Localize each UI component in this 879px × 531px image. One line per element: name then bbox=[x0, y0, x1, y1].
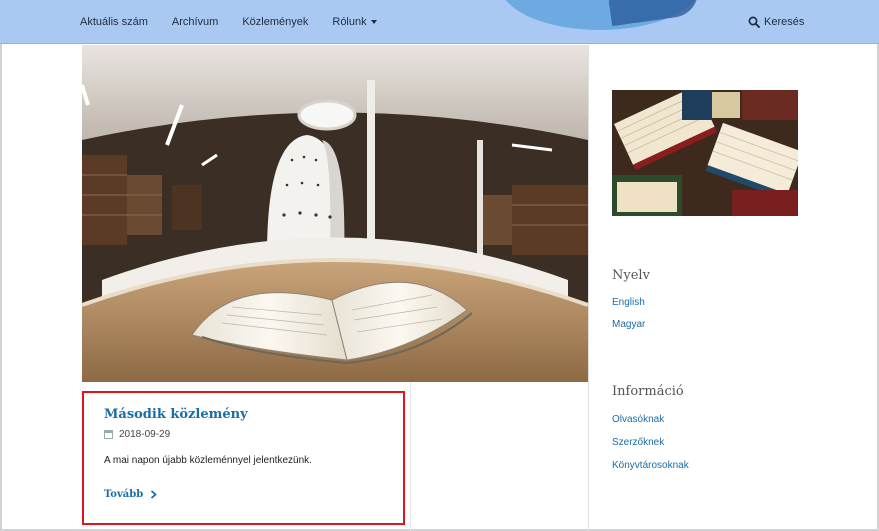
search-icon bbox=[748, 16, 760, 28]
information-heading: Információ bbox=[612, 384, 684, 399]
nav-about-dropdown[interactable]: Rólunk bbox=[332, 16, 377, 28]
search-link[interactable]: Keresés bbox=[748, 0, 805, 43]
language-heading: Nyelv bbox=[612, 268, 650, 283]
column-divider bbox=[588, 45, 589, 531]
announcement-date-value: 2018-09-29 bbox=[119, 429, 171, 440]
nav-current-issue[interactable]: Aktuális szám bbox=[80, 16, 148, 28]
read-more-link[interactable]: Tovább bbox=[104, 489, 158, 500]
chevron-down-icon bbox=[370, 20, 377, 25]
search-label: Keresés bbox=[764, 16, 805, 28]
card-divider bbox=[410, 382, 411, 531]
nav-announcements[interactable]: Közlemények bbox=[242, 16, 308, 28]
library-illustration bbox=[82, 45, 588, 382]
nav-archive[interactable]: Archívum bbox=[172, 16, 218, 28]
announcement-card: Második közlemény 2018-09-29 A mai napon… bbox=[82, 391, 405, 525]
info-readers-link[interactable]: Olvasóknak bbox=[612, 414, 664, 425]
books-illustration bbox=[612, 90, 798, 216]
chevron-right-icon bbox=[151, 490, 158, 499]
language-english-link[interactable]: English bbox=[612, 297, 645, 308]
main-nav: Aktuális szám Archívum Közlemények Rólun… bbox=[80, 0, 377, 43]
announcement-summary: A mai napon újabb közleménnyel jelentkez… bbox=[104, 455, 312, 466]
hero-image-library bbox=[82, 45, 588, 382]
info-authors-link[interactable]: Szerzőknek bbox=[612, 437, 664, 448]
info-librarians-link[interactable]: Könyvtárosoknak bbox=[612, 460, 689, 471]
read-more-label: Tovább bbox=[104, 489, 144, 500]
nav-about-label: Rólunk bbox=[332, 16, 367, 28]
top-navbar: Aktuális szám Archívum Közlemények Rólun… bbox=[0, 0, 879, 44]
language-hungarian-link[interactable]: Magyar bbox=[612, 319, 645, 330]
books-image bbox=[612, 90, 798, 216]
announcement-date: 2018-09-29 bbox=[104, 429, 170, 440]
announcement-title[interactable]: Második közlemény bbox=[104, 407, 248, 422]
calendar-icon bbox=[104, 430, 113, 439]
